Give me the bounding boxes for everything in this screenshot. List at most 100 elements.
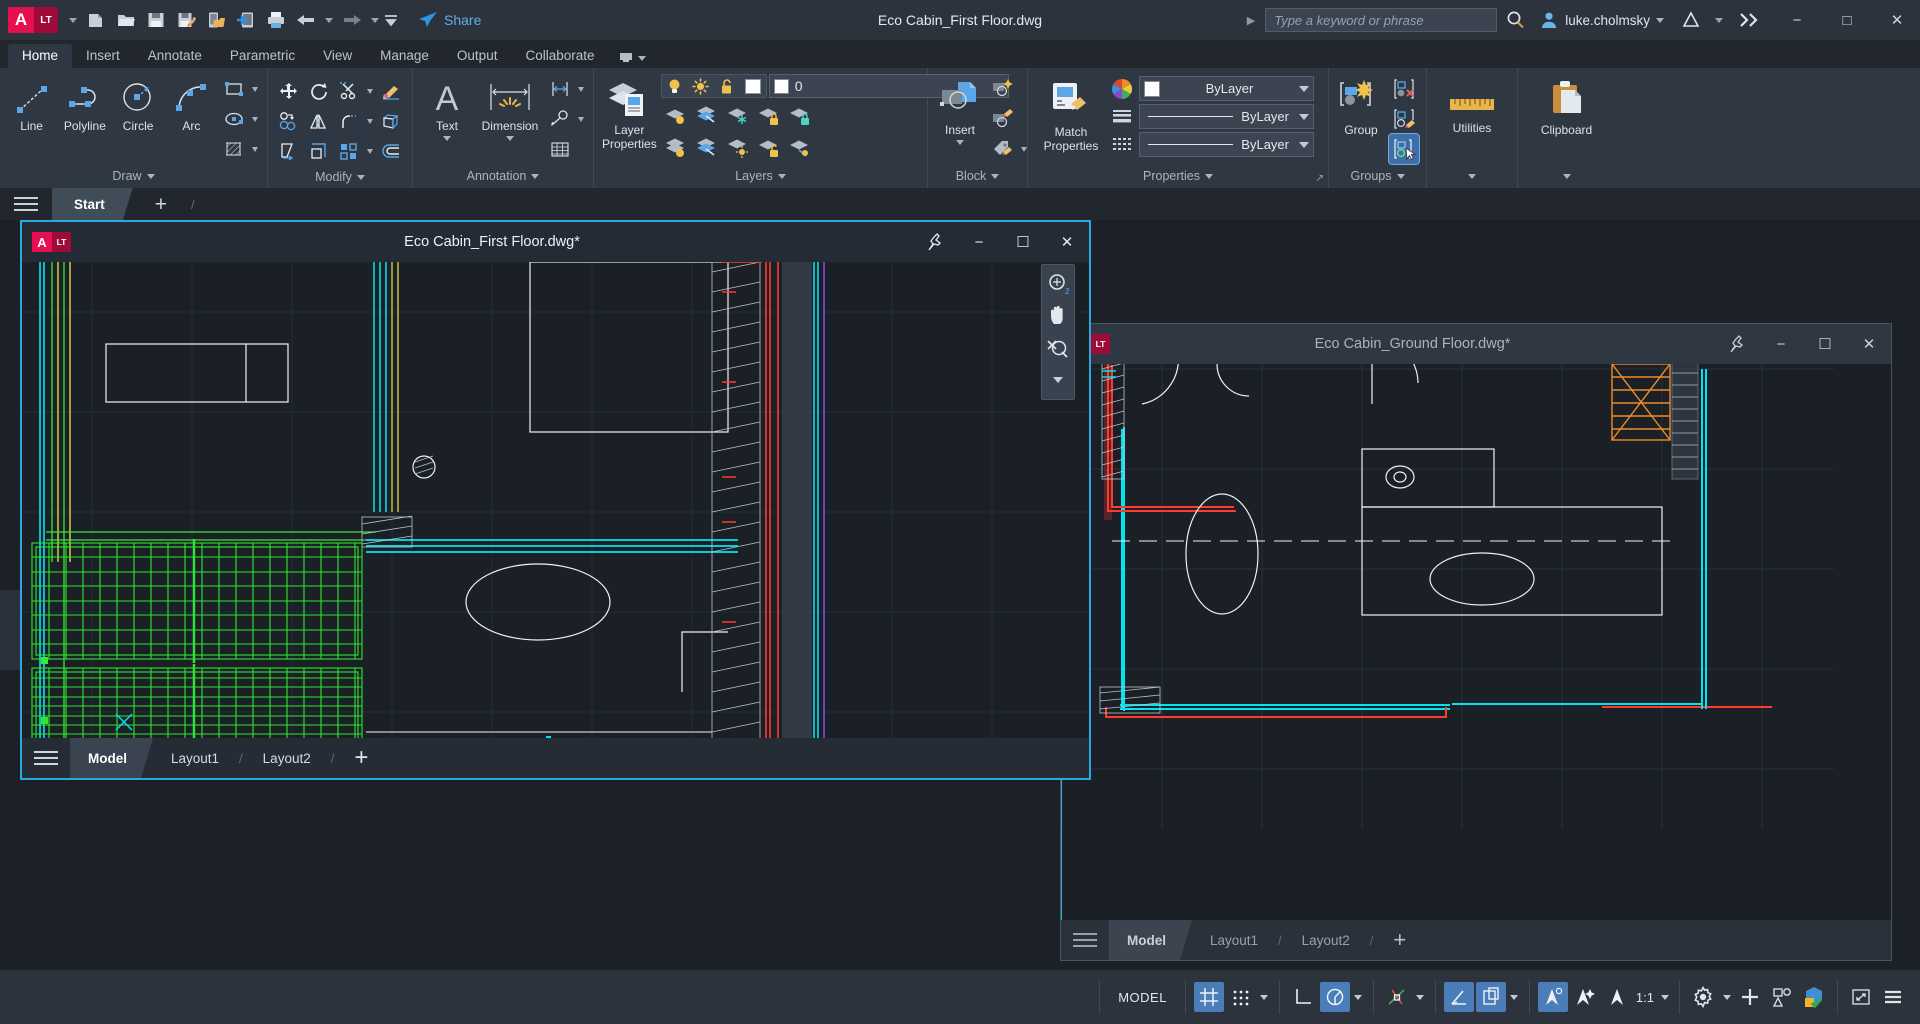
clean-screen-icon[interactable] — [1846, 982, 1876, 1012]
line-button[interactable]: Line — [6, 74, 57, 134]
customization-add-icon[interactable] — [1735, 982, 1765, 1012]
panel-label-clipboard[interactable] — [1518, 164, 1615, 188]
array-dropdown-icon[interactable] — [364, 136, 376, 166]
dimension-button[interactable]: Dimension — [477, 74, 543, 141]
autocad-lt-logo[interactable]: A LT — [8, 7, 58, 33]
ellipse-icon[interactable] — [219, 104, 249, 134]
panel-label-groups[interactable]: Groups — [1329, 164, 1426, 188]
layer-properties-button[interactable]: Layer Properties — [600, 72, 659, 152]
utilities-dropdown-icon[interactable] — [1468, 174, 1476, 179]
ground-floor-tab-layout2[interactable]: Layout2 — [1284, 920, 1368, 960]
group-button[interactable]: Group — [1335, 74, 1387, 138]
panel-label-utilities[interactable] — [1427, 164, 1517, 188]
dimension-dropdown-icon[interactable] — [506, 136, 514, 141]
search-icon[interactable] — [1501, 5, 1529, 35]
first-floor-window[interactable]: A LT Eco Cabin_First Floor.dwg* − ☐ ✕ — [20, 220, 1091, 780]
ungroup-icon[interactable] — [1389, 74, 1419, 104]
ribbon-tab-home[interactable]: Home — [8, 44, 72, 68]
window-minimize-button[interactable]: − — [1774, 0, 1820, 40]
linetype-combo[interactable]: ByLayer — [1139, 132, 1314, 157]
edit-attribute-icon[interactable] — [988, 134, 1018, 164]
hardware-acceleration-icon[interactable] — [1799, 982, 1829, 1012]
explode-icon[interactable] — [376, 106, 406, 136]
first-floor-title-bar[interactable]: A LT Eco Cabin_First Floor.dwg* − ☐ ✕ — [22, 222, 1089, 262]
workspace-settings-icon[interactable] — [1688, 982, 1718, 1012]
annotation-scale-value[interactable]: 1:1 — [1634, 990, 1656, 1005]
open-from-web-mobile-icon[interactable] — [232, 5, 260, 35]
trim-dropdown-icon[interactable] — [364, 76, 376, 106]
edit-block-icon[interactable] — [988, 104, 1018, 134]
window-maximize-button[interactable]: □ — [1824, 0, 1870, 40]
ribbon-tab-view[interactable]: View — [309, 44, 366, 68]
leader-dropdown-icon[interactable] — [575, 104, 587, 134]
circle-button[interactable]: Circle — [113, 74, 164, 134]
lineweight-arrow[interactable] — [1299, 114, 1309, 120]
utilities-button[interactable]: Utilities — [1433, 86, 1511, 136]
linear-dimension-icon[interactable] — [545, 74, 575, 104]
ground-floor-canvas[interactable] — [1061, 364, 1891, 920]
new-file-tab-button[interactable]: + — [133, 188, 189, 220]
array-icon[interactable] — [334, 136, 364, 166]
annotation-scale-icon[interactable] — [1602, 982, 1632, 1012]
model-space-button[interactable]: MODEL — [1108, 990, 1177, 1005]
clipboard-dropdown-icon[interactable] — [1563, 174, 1571, 179]
first-floor-maximize-icon[interactable]: ☐ — [1001, 222, 1045, 262]
ribbon-tab-manage[interactable]: Manage — [366, 44, 443, 68]
ribbon-tab-output[interactable]: Output — [443, 44, 512, 68]
leader-icon[interactable] — [545, 104, 575, 134]
ribbon-tab-collaborate[interactable]: Collaborate — [511, 44, 608, 68]
application-menu-icon[interactable] — [0, 188, 52, 220]
qat-customize-caret[interactable] — [384, 5, 398, 35]
layer-isolate-icon[interactable] — [692, 100, 722, 130]
window-close-button[interactable]: ✕ — [1874, 0, 1920, 40]
group-selection-toggle-icon[interactable] — [1389, 134, 1419, 164]
navigation-bar[interactable]: 2D — [1041, 264, 1075, 400]
expand-ribbon-icon[interactable] — [1730, 5, 1770, 35]
pan-hand-icon[interactable] — [1044, 301, 1072, 331]
table-icon[interactable] — [545, 134, 575, 164]
object-snap-toggle[interactable] — [1382, 982, 1412, 1012]
create-block-icon[interactable] — [988, 74, 1018, 104]
trim-icon[interactable] — [334, 76, 364, 106]
clipboard-button[interactable]: Clipboard — [1524, 74, 1609, 138]
ground-floor-title-bar[interactable]: A LT Eco Cabin_Ground Floor.dwg* − ☐ ✕ — [1061, 324, 1891, 364]
annotation-scale-dropdown-icon[interactable] — [1658, 982, 1671, 1012]
ground-floor-tab-layout1[interactable]: Layout1 — [1192, 920, 1276, 960]
autodesk-app-icon[interactable] — [1674, 5, 1708, 35]
layer-make-current-icon[interactable] — [785, 100, 815, 130]
status-bar-menu-icon[interactable] — [1878, 982, 1908, 1012]
layer-unlock-icon[interactable] — [754, 132, 784, 162]
ellipse-dropdown-icon[interactable] — [249, 104, 261, 134]
ground-floor-close-icon[interactable]: ✕ — [1847, 324, 1891, 364]
group-edit-icon[interactable] — [1389, 104, 1419, 134]
autoscale-toggle[interactable] — [1570, 982, 1600, 1012]
rotate-icon[interactable] — [304, 76, 334, 106]
ground-floor-new-tab-button[interactable]: + — [1375, 920, 1424, 960]
new-file-icon[interactable] — [82, 5, 110, 35]
zoom-extents-icon[interactable]: 2D — [1044, 269, 1072, 299]
first-floor-minimize-icon[interactable]: − — [957, 222, 1001, 262]
ducs-dropdown-icon[interactable] — [1508, 982, 1521, 1012]
text-dropdown-icon[interactable] — [443, 136, 451, 141]
linetype-arrow[interactable] — [1299, 142, 1309, 148]
first-floor-tab-layout1[interactable]: Layout1 — [153, 738, 237, 778]
insert-dropdown-icon[interactable] — [956, 140, 964, 145]
unlock-icon[interactable] — [714, 75, 740, 97]
ribbon-tab-parametric[interactable]: Parametric — [216, 44, 309, 68]
save-to-web-mobile-icon[interactable] — [202, 5, 230, 35]
user-account-button[interactable]: luke.cholmsky — [1533, 10, 1670, 30]
properties-dialog-launcher-icon[interactable]: ↗ — [1316, 173, 1324, 184]
mirror-icon[interactable] — [304, 106, 334, 136]
layer-unisolate-icon[interactable] — [692, 132, 722, 162]
undo-icon[interactable] — [292, 5, 320, 35]
erase-icon[interactable] — [376, 76, 406, 106]
zoom-window-icon[interactable] — [1044, 333, 1072, 363]
ground-floor-minimize-icon[interactable]: − — [1759, 324, 1803, 364]
share-button[interactable]: Share — [410, 7, 489, 33]
first-floor-tab-layout2[interactable]: Layout2 — [245, 738, 329, 778]
polyline-button[interactable]: Polyline — [59, 74, 110, 134]
layer-on-icon[interactable] — [661, 132, 691, 162]
save-icon[interactable] — [142, 5, 170, 35]
layer-lock-icon[interactable] — [754, 100, 784, 130]
scale-icon[interactable] — [304, 136, 334, 166]
